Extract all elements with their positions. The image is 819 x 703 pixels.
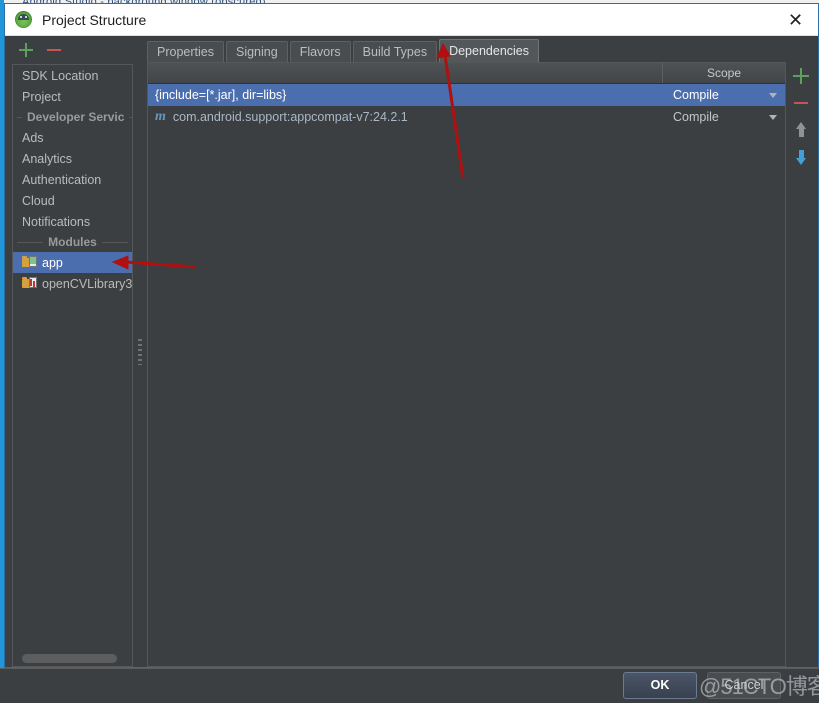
dependency-name-label: {include=[*.jar], dir=libs}	[155, 88, 286, 102]
dependencies-table-area: Scope {include=[*.jar], dir=libs} Compil…	[147, 62, 816, 667]
move-up-button[interactable]	[793, 122, 809, 138]
tab-dependencies[interactable]: Dependencies	[439, 39, 539, 62]
tab-label: Dependencies	[449, 44, 529, 58]
separator-line	[102, 242, 128, 243]
dependency-scope-dropdown[interactable]: Compile	[663, 110, 785, 124]
sidebar: SDK Location Project Developer Servic Ad…	[5, 36, 136, 667]
panel-splitter[interactable]	[136, 36, 144, 667]
tab-bar: Properties Signing Flavors Build Types D…	[144, 36, 816, 62]
move-down-button[interactable]	[793, 149, 809, 165]
dependency-name: m com.android.support:appcompat-v7:24.2.…	[148, 110, 663, 124]
cancel-button[interactable]: Cancel	[707, 672, 781, 699]
chevron-down-icon[interactable]	[769, 93, 777, 98]
dependency-scope-label: Compile	[673, 88, 719, 102]
tab-label: Properties	[157, 45, 214, 59]
separator-line	[17, 117, 22, 118]
content-panel: Properties Signing Flavors Build Types D…	[144, 36, 818, 667]
sidebar-item-opencvlibrary[interactable]: openCVLibrary3	[13, 273, 132, 294]
remove-dependency-button[interactable]	[793, 95, 809, 111]
tab-flavors[interactable]: Flavors	[290, 41, 351, 62]
column-header-scope[interactable]: Scope	[663, 63, 785, 83]
sidebar-horizontal-scrollbar[interactable]	[15, 653, 130, 664]
dependency-name: {include=[*.jar], dir=libs}	[148, 88, 663, 102]
sidebar-separator-label: Modules	[48, 235, 97, 249]
separator-line	[17, 242, 43, 243]
maven-library-icon: m	[155, 110, 166, 124]
close-icon[interactable]: ✕	[773, 4, 818, 35]
sidebar-item-label: Ads	[22, 131, 44, 145]
sidebar-item-notifications[interactable]: Notifications	[13, 211, 132, 232]
add-module-button[interactable]	[19, 43, 33, 57]
table-row[interactable]: {include=[*.jar], dir=libs} Compile	[148, 84, 785, 106]
sidebar-separator-label: Developer Servic	[27, 110, 124, 124]
sidebar-item-sdk-location[interactable]: SDK Location	[13, 65, 132, 86]
sidebar-item-label: Notifications	[22, 215, 90, 229]
column-header-name[interactable]	[148, 63, 663, 83]
sidebar-item-cloud[interactable]: Cloud	[13, 190, 132, 211]
dialog-footer: OK Cancel	[4, 668, 819, 702]
dialog-titlebar: Project Structure ✕	[5, 4, 818, 36]
dependency-name-label: com.android.support:appcompat-v7:24.2.1	[173, 110, 408, 124]
sidebar-item-authentication[interactable]: Authentication	[13, 169, 132, 190]
project-structure-dialog: Project Structure ✕ SDK Location Project…	[4, 3, 819, 668]
table-header-row: Scope	[148, 63, 785, 84]
table-action-buttons	[786, 62, 816, 667]
sidebar-item-label: SDK Location	[22, 69, 98, 83]
table-row[interactable]: m com.android.support:appcompat-v7:24.2.…	[148, 106, 785, 128]
chevron-down-icon[interactable]	[769, 115, 777, 120]
tab-signing[interactable]: Signing	[226, 41, 288, 62]
sidebar-item-label: openCVLibrary3	[42, 277, 132, 291]
sidebar-item-app[interactable]: app	[13, 252, 132, 273]
sidebar-item-label: Cloud	[22, 194, 55, 208]
scrollbar-thumb[interactable]	[22, 654, 117, 663]
sidebar-item-label: Project	[22, 90, 61, 104]
android-studio-icon	[15, 11, 32, 28]
add-dependency-button[interactable]	[793, 68, 809, 84]
tab-properties[interactable]: Properties	[147, 41, 224, 62]
remove-module-button[interactable]	[47, 43, 61, 57]
sidebar-item-label: Authentication	[22, 173, 101, 187]
tab-build-types[interactable]: Build Types	[353, 41, 437, 62]
tab-label: Build Types	[363, 45, 427, 59]
dependencies-table: Scope {include=[*.jar], dir=libs} Compil…	[147, 62, 786, 667]
sidebar-separator-modules: Modules	[13, 232, 132, 252]
sidebar-item-ads[interactable]: Ads	[13, 127, 132, 148]
dialog-body: SDK Location Project Developer Servic Ad…	[5, 36, 818, 667]
tab-label: Signing	[236, 45, 278, 59]
sidebar-toolbar	[5, 36, 136, 64]
sidebar-item-label: Analytics	[22, 152, 72, 166]
android-library-module-icon	[22, 277, 37, 290]
dialog-title: Project Structure	[42, 12, 146, 28]
sidebar-item-analytics[interactable]: Analytics	[13, 148, 132, 169]
separator-line	[129, 117, 132, 118]
sidebar-item-label: app	[42, 256, 63, 270]
tab-label: Flavors	[300, 45, 341, 59]
dependency-scope-label: Compile	[673, 110, 719, 124]
ok-button[interactable]: OK	[623, 672, 697, 699]
sidebar-item-project[interactable]: Project	[13, 86, 132, 107]
sidebar-separator-developer-services: Developer Servic	[13, 107, 132, 127]
sidebar-list: SDK Location Project Developer Servic Ad…	[12, 64, 133, 667]
android-app-module-icon	[22, 256, 37, 269]
dependency-scope-dropdown[interactable]: Compile	[663, 88, 785, 102]
splitter-grip-icon	[138, 339, 142, 365]
